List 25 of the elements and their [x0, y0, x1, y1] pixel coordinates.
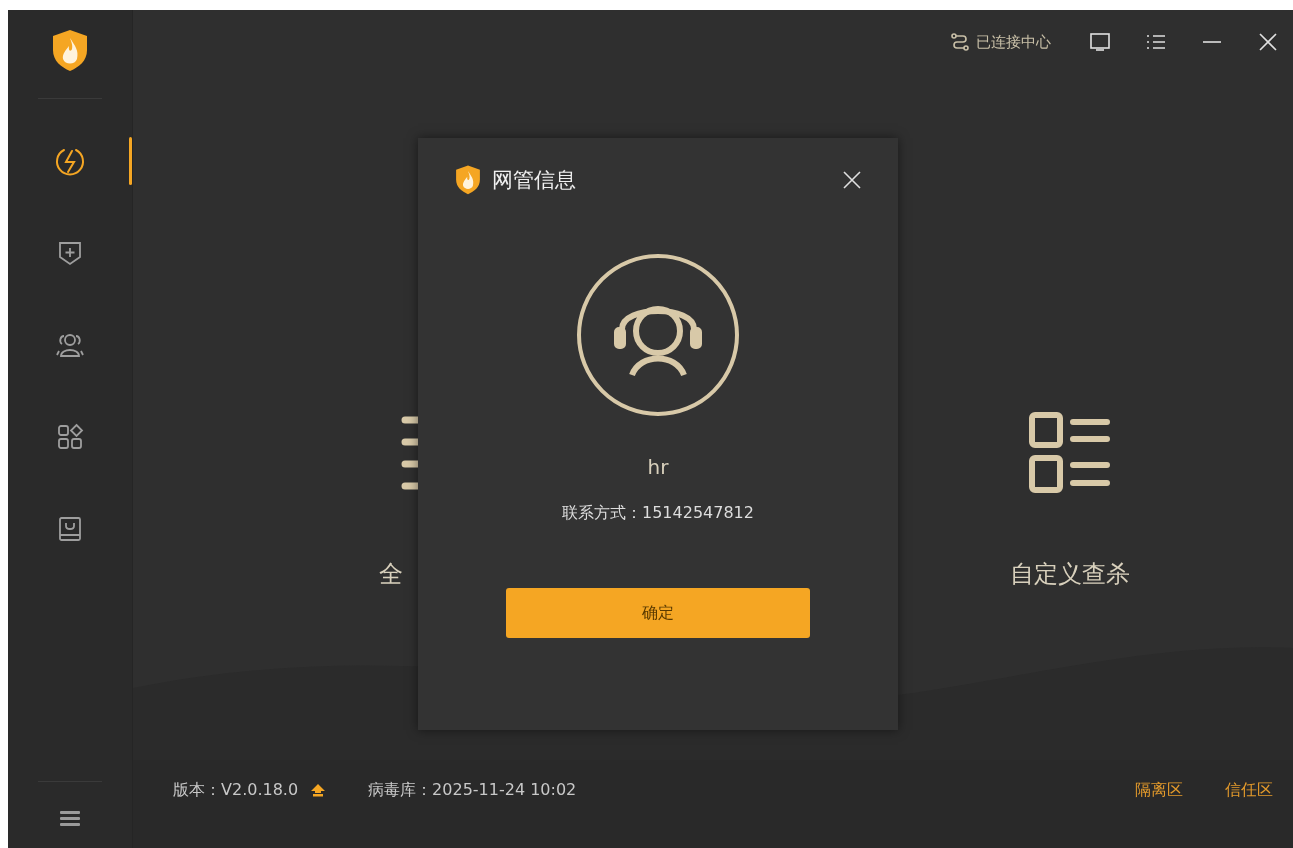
connection-status[interactable]: 已连接中心: [976, 32, 1051, 52]
confirm-button[interactable]: 确定: [506, 588, 810, 638]
close-icon[interactable]: [1257, 31, 1279, 53]
footer-link[interactable]: 隔离区: [1135, 779, 1183, 801]
custom-list-icon[interactable]: [1027, 410, 1113, 496]
contact-info: 联系方式：15142547812: [562, 503, 754, 524]
virus-database-text: 病毒库：2025-11-24 10:02: [368, 779, 577, 801]
version-text: 版本：V2.0.18.0: [173, 779, 299, 801]
shield-flame-logo-icon: [50, 28, 90, 72]
close-icon[interactable]: [842, 169, 862, 190]
dialog-title: 网管信息: [492, 166, 576, 194]
tray-icon: [56, 515, 84, 543]
upgrade-icon[interactable]: [310, 783, 327, 797]
footer-link[interactable]: 信任区: [1225, 779, 1273, 801]
shield-flame-logo-icon: [454, 164, 482, 195]
menu-icon[interactable]: [60, 810, 80, 826]
apps-grid-icon: [56, 423, 84, 451]
users-icon: [55, 331, 85, 359]
monitor-icon[interactable]: [1089, 31, 1111, 53]
scan-mode-label[interactable]: 全: [379, 558, 403, 590]
scan-mode-label[interactable]: 自定义查杀: [1010, 558, 1130, 590]
headset-person-icon: [576, 253, 740, 417]
admin-name: hr: [647, 455, 669, 479]
connection-icon: [950, 32, 970, 52]
shield-plus-icon: [56, 239, 84, 267]
